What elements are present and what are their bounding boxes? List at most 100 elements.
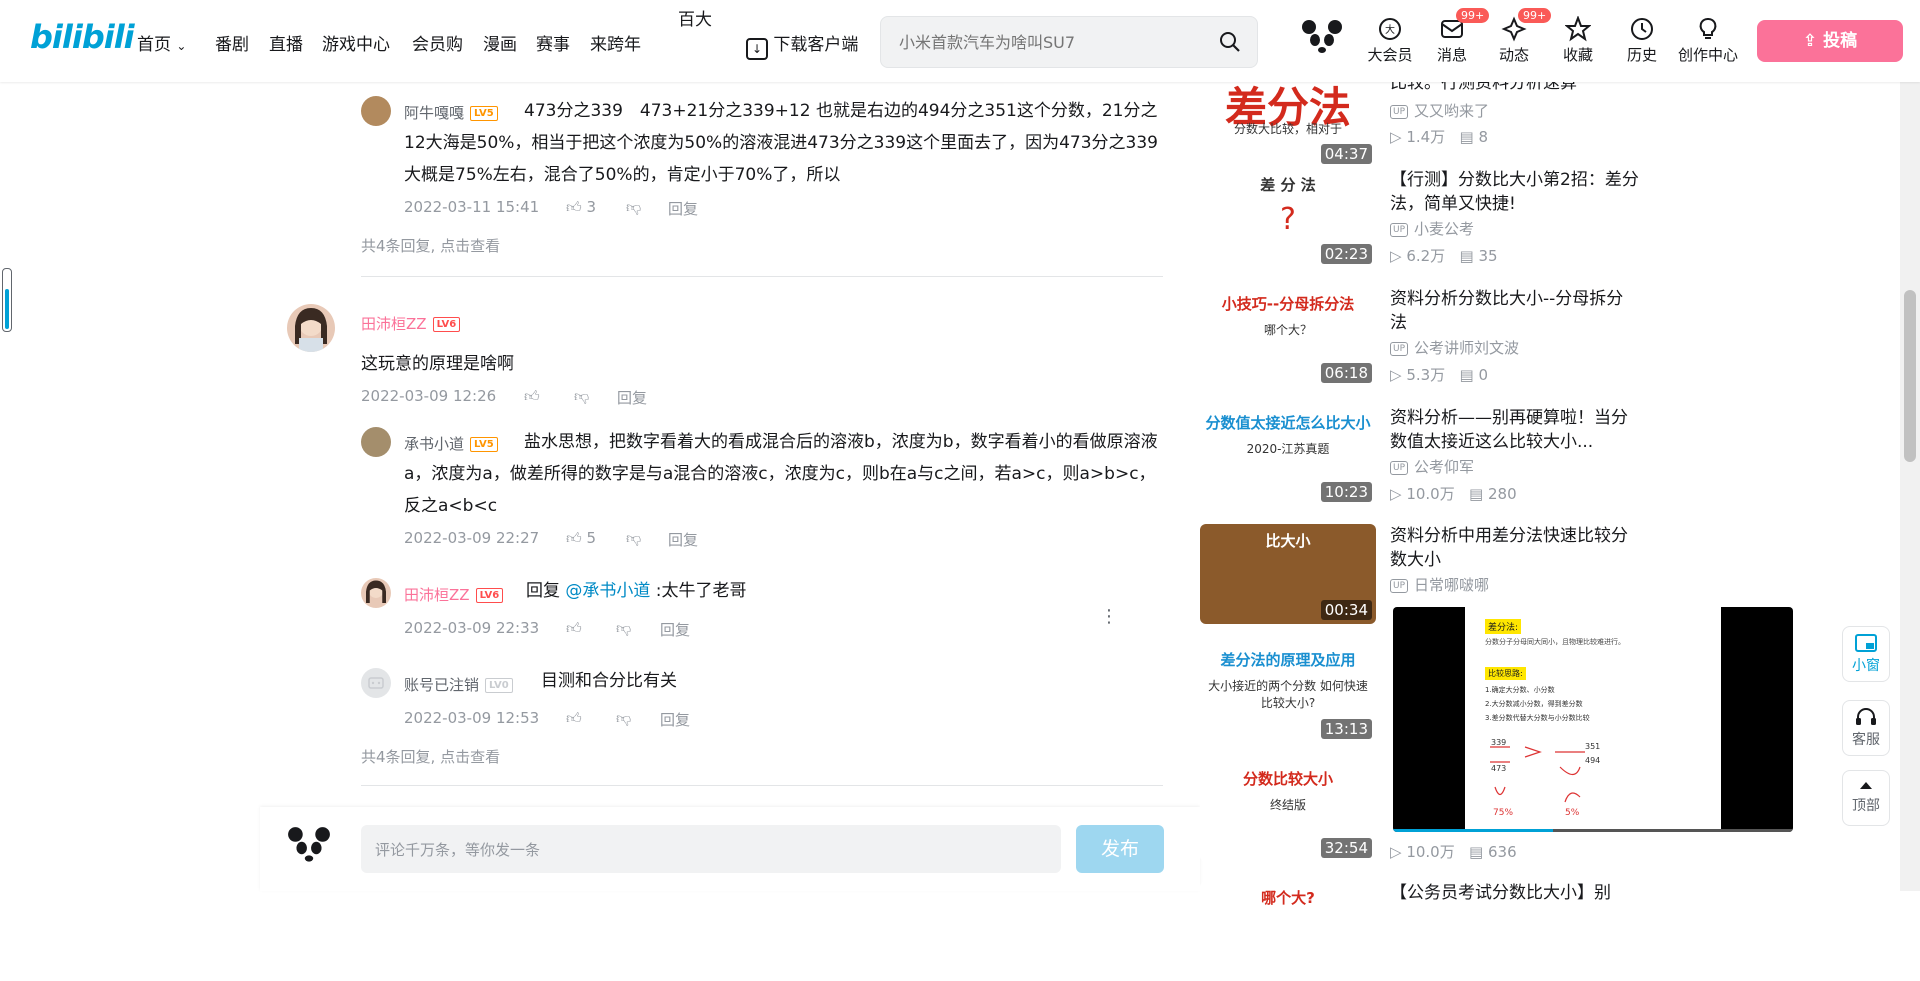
commenter-avatar[interactable] — [287, 304, 335, 352]
nav-anime[interactable]: 番剧 — [215, 30, 249, 55]
slide-line1: 分数分子分母同大同小，且物理比较难进行。 — [1485, 638, 1625, 646]
play-count-icon: ▷ — [1390, 843, 1402, 861]
user-avatar[interactable] — [1300, 18, 1344, 62]
favorites-button[interactable]: 收藏 — [1548, 16, 1608, 65]
comment-time: 2022-03-11 15:41 — [404, 198, 540, 216]
search-input[interactable] — [897, 29, 1201, 55]
nav-home[interactable]: 首页 ⌄ — [137, 30, 186, 55]
dislike-icon[interactable]: 👎︎ — [626, 529, 641, 548]
dislike-icon[interactable]: 👎︎ — [626, 198, 641, 217]
message-button[interactable]: 99+ 消息 — [1422, 8, 1490, 65]
comment-placeholder: 评论千万条，等你发一条 — [375, 841, 541, 859]
video-uploader[interactable]: UP 小麦公考 — [1390, 218, 1474, 239]
dynamic-button[interactable]: 99+ 动态 — [1484, 8, 1552, 65]
comment-input-bar: 评论千万条，等你发一条 发布 — [260, 807, 1200, 891]
play-count: 10.0万 — [1406, 843, 1455, 861]
mini-window-icon — [1855, 634, 1877, 652]
video-thumbnail[interactable]: 小技巧--分母拆分法 哪个大？ 06:18 — [1200, 287, 1376, 387]
view-more-replies[interactable]: 共4条回复, 点击查看 — [361, 235, 500, 256]
thumbnail-text: 差 分 法 — [1260, 176, 1316, 194]
comment-username[interactable]: 账号已注销 LV0 — [404, 674, 513, 695]
mention-link[interactable]: @承书小道 — [565, 581, 650, 601]
vip-button[interactable]: 大 大会员 — [1360, 16, 1420, 65]
video-uploader[interactable]: UP 日常哪啵哪 — [1390, 574, 1489, 595]
danmaku-count: 636 — [1488, 843, 1517, 861]
thumbnail-text: 分数值太接近怎么比大小 — [1205, 414, 1371, 432]
slide-step: 2.大分数减小分数，得到差分数 — [1485, 700, 1583, 708]
comment-username[interactable]: 田沛桓ZZ LV6 — [361, 313, 461, 334]
video-thumbnail[interactable]: 哪个大? — [1200, 881, 1376, 981]
nav-new-year[interactable]: 来跨年 — [590, 30, 641, 55]
video-title[interactable]: 【行测】分数比大小第2招：差分法，简单又快捷! — [1390, 168, 1640, 216]
commenter-avatar[interactable] — [361, 668, 391, 698]
svg-text:494: 494 — [1585, 756, 1600, 765]
dislike-icon[interactable]: 👎︎ — [616, 709, 631, 728]
commenter-avatar[interactable] — [361, 96, 391, 126]
customer-service-button[interactable]: 客服 — [1842, 700, 1890, 756]
comment-meta: 2022-03-09 12:53 👍︎ 👎︎ 回复 — [404, 709, 804, 729]
nav-mall[interactable]: 会员购 — [412, 30, 463, 55]
dislike-icon[interactable]: 👎︎ — [574, 387, 589, 406]
commenter-avatar[interactable] — [361, 578, 391, 608]
download-label: 下载客户端 — [773, 35, 859, 55]
reply-button[interactable]: 回复 — [617, 387, 647, 408]
nav-game-center[interactable]: 游戏中心 — [322, 30, 390, 55]
thumbs-up-icon[interactable]: 👍︎ — [566, 709, 582, 728]
floating-event-text[interactable]: 百大 — [678, 5, 712, 30]
video-duration: 06:18 — [1320, 363, 1372, 383]
upload-button[interactable]: ⇪ 投稿 — [1757, 20, 1903, 62]
left-scroll-indicator[interactable] — [2, 268, 12, 332]
nav-manga[interactable]: 漫画 — [483, 30, 517, 55]
thumbs-up-icon[interactable]: 👍︎ — [524, 387, 540, 406]
video-title[interactable]: 【公务员考试分数比大小】别 — [1390, 881, 1640, 905]
reply-button[interactable]: 回复 — [660, 619, 690, 640]
comment-time: 2022-03-09 12:53 — [404, 709, 540, 727]
video-title[interactable]: 资料分析中用差分法快速比较分数大小 — [1390, 524, 1640, 572]
video-thumbnail[interactable]: 分数比较大小 终结版 32:54 — [1200, 762, 1376, 862]
like-button[interactable]: 👍︎ 3 — [566, 198, 596, 217]
reply-button[interactable]: 回复 — [660, 709, 690, 730]
video-title[interactable]: 资料分析——别再硬算啦！当分数值太接近这么比较大小... — [1390, 406, 1640, 454]
dislike-icon[interactable]: 👎︎ — [616, 619, 631, 638]
mini-window-button[interactable]: 小窗 — [1842, 626, 1890, 682]
video-uploader[interactable]: UP 公考仰军 — [1390, 456, 1474, 477]
reply-button[interactable]: 回复 — [668, 198, 698, 219]
video-thumbnail[interactable]: 差分法的原理及应用 大小接近的两个分数 如何快速比较大小? 13:13 — [1200, 643, 1376, 743]
nav-live[interactable]: 直播 — [269, 30, 303, 55]
mini-player[interactable]: 差分法: 分数分子分母同大同小，且物理比较难进行。 比较思路: 1.确定大分数、… — [1393, 607, 1793, 832]
reply-button[interactable]: 回复 — [668, 529, 698, 550]
video-thumbnail[interactable]: 分数值太接近怎么比大小 2020-江苏真题 10:23 — [1200, 406, 1376, 506]
clock-icon — [1631, 18, 1653, 40]
page-scrollbar[interactable] — [1900, 82, 1920, 891]
bilibili-logo[interactable]: bilibili — [30, 18, 135, 56]
publish-button[interactable]: 发布 — [1076, 825, 1164, 873]
nav-esports[interactable]: 赛事 — [536, 30, 570, 55]
more-options-icon[interactable]: ⋮ — [1100, 608, 1118, 626]
video-thumbnail[interactable]: 比大小 00:34 — [1200, 524, 1376, 624]
search-icon[interactable] — [1219, 31, 1241, 53]
creator-center-button[interactable]: 创作中心 — [1675, 16, 1741, 65]
view-more-replies[interactable]: 共4条回复, 点击查看 — [361, 746, 500, 767]
message-label: 消息 — [1436, 46, 1467, 64]
level-badge: LV0 — [485, 678, 513, 693]
video-thumbnail[interactable]: 差 分 法? 02:23 — [1200, 168, 1376, 268]
history-button[interactable]: 历史 — [1612, 16, 1672, 65]
svg-text:339: 339 — [1491, 738, 1506, 747]
video-uploader[interactable]: UP 公考讲师刘文波 — [1390, 337, 1519, 358]
thumbs-up-icon[interactable]: 👍︎ — [566, 619, 582, 638]
back-to-top-button[interactable]: 顶部 — [1842, 770, 1890, 826]
comment-input[interactable]: 评论千万条，等你发一条 — [361, 825, 1061, 873]
video-title[interactable]: 资料分析分数比大小--分母拆分法 — [1390, 287, 1640, 335]
like-button[interactable]: 👍︎ 5 — [566, 529, 596, 548]
commenter-avatar[interactable] — [361, 427, 391, 457]
upload-icon: ⇪ — [1802, 31, 1818, 51]
comment-time: 2022-03-09 22:33 — [404, 619, 540, 637]
mini-player-progress-track[interactable] — [1393, 829, 1793, 832]
scrollbar-thumb[interactable] — [1904, 290, 1916, 462]
comment-username[interactable]: 田沛桓ZZ LV6 — [404, 584, 504, 605]
play-count-icon: ▷ — [1390, 366, 1402, 384]
video-uploader[interactable]: UP 又又哟来了 — [1390, 100, 1489, 121]
download-client-button[interactable]: ↓ 下载客户端 — [746, 30, 858, 60]
video-thumbnail[interactable]: 差分法 分数大比较，相对于 04:37 — [1200, 68, 1376, 168]
play-count: 1.4万 — [1406, 128, 1446, 146]
